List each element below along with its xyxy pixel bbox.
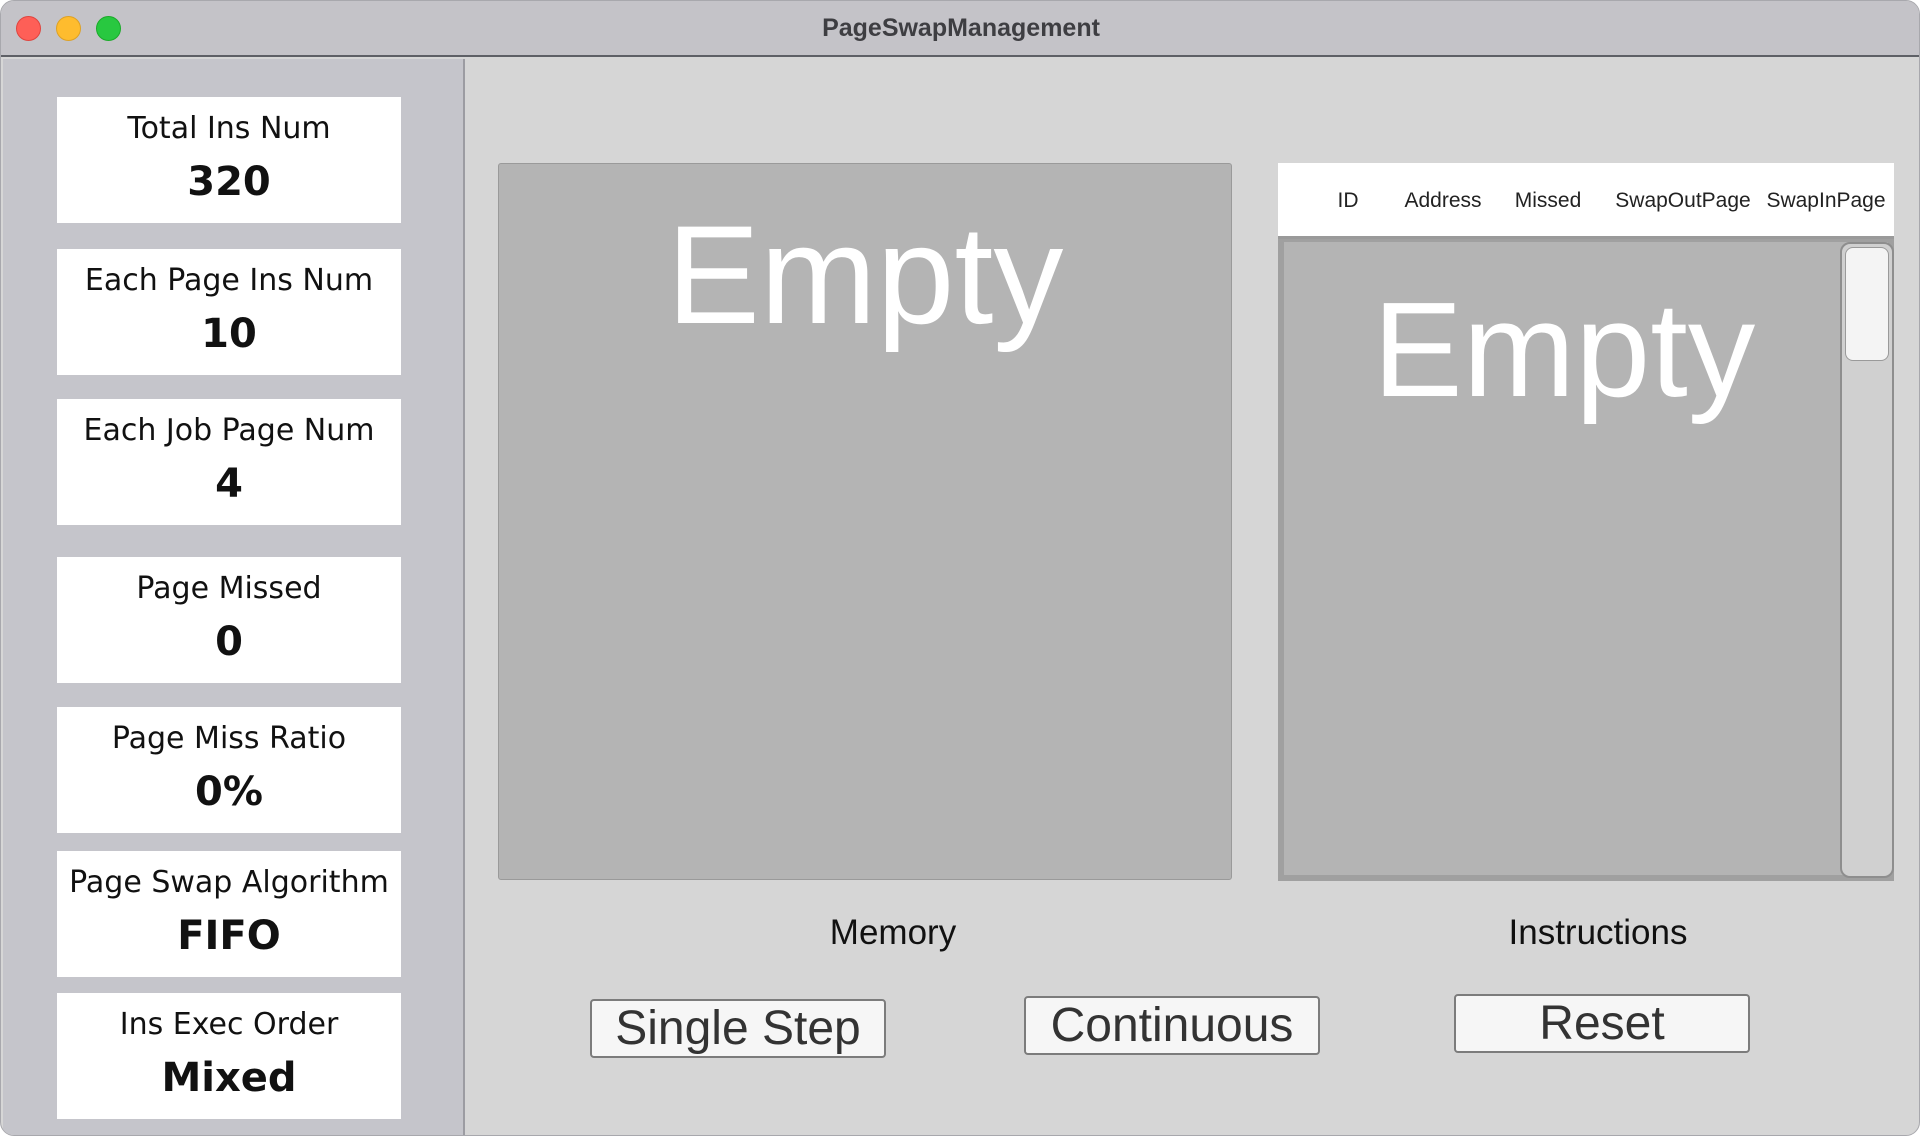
stat-card-page-missed: Page Missed 0	[57, 557, 401, 683]
reset-button[interactable]: Reset	[1454, 994, 1750, 1053]
instructions-table-body: Empty	[1278, 239, 1894, 881]
instructions-scrollbar[interactable]	[1840, 242, 1894, 878]
instructions-scrollbar-thumb[interactable]	[1845, 247, 1889, 361]
stat-label: Each Job Page Num	[83, 413, 375, 448]
stat-value: FIFO	[177, 913, 281, 959]
instructions-caption: Instructions	[1508, 913, 1688, 952]
title-bar: PageSwapManagement	[1, 1, 1919, 57]
instructions-empty-placeholder: Empty	[1372, 274, 1756, 425]
stat-value: 320	[187, 159, 271, 205]
stat-label: Ins Exec Order	[119, 1007, 339, 1042]
stat-card-each-job-page-num: Each Job Page Num 4	[57, 399, 401, 525]
stat-card-page-miss-ratio: Page Miss Ratio 0%	[57, 707, 401, 833]
stat-label: Each Page Ins Num	[84, 263, 374, 298]
stat-card-each-page-ins-num: Each Page Ins Num 10	[57, 249, 401, 375]
single-step-button[interactable]: Single Step	[590, 999, 886, 1058]
memory-caption: Memory	[829, 913, 957, 952]
stat-value: 4	[215, 461, 243, 507]
stat-label: Page Missed	[136, 571, 322, 606]
column-header-swapoutpage[interactable]: SwapOutPage	[1608, 163, 1758, 239]
stat-card-ins-exec-order: Ins Exec Order Mixed	[57, 993, 401, 1119]
stat-value: 0	[215, 619, 243, 665]
app-window: PageSwapManagement Total Ins Num 320 Eac…	[0, 0, 1920, 1136]
continuous-button[interactable]: Continuous	[1024, 996, 1320, 1055]
column-header-swapinpage[interactable]: SwapInPage	[1761, 163, 1891, 239]
column-header-missed[interactable]: Missed	[1498, 163, 1598, 239]
stat-label: Page Swap Algorithm	[69, 865, 389, 900]
stat-value: 10	[201, 311, 257, 357]
stat-card-page-swap-algorithm: Page Swap Algorithm FIFO	[57, 851, 401, 977]
memory-panel: Empty	[498, 163, 1232, 880]
column-header-address[interactable]: Address	[1388, 163, 1498, 239]
instructions-table: ID Address Missed SwapOutPage SwapInPage…	[1278, 163, 1894, 881]
instructions-table-header: ID Address Missed SwapOutPage SwapInPage	[1278, 163, 1894, 239]
window-title: PageSwapManagement	[822, 14, 1100, 42]
stat-label: Page Miss Ratio	[111, 721, 347, 756]
column-header-id[interactable]: ID	[1318, 163, 1378, 239]
stat-card-total-ins-num: Total Ins Num 320	[57, 97, 401, 223]
memory-empty-placeholder: Empty	[666, 196, 1064, 353]
stat-value: Mixed	[161, 1055, 297, 1101]
stat-value: 0%	[195, 769, 263, 815]
stat-label: Total Ins Num	[127, 111, 331, 146]
stats-sidebar: Total Ins Num 320 Each Page Ins Num 10 E…	[3, 59, 465, 1135]
